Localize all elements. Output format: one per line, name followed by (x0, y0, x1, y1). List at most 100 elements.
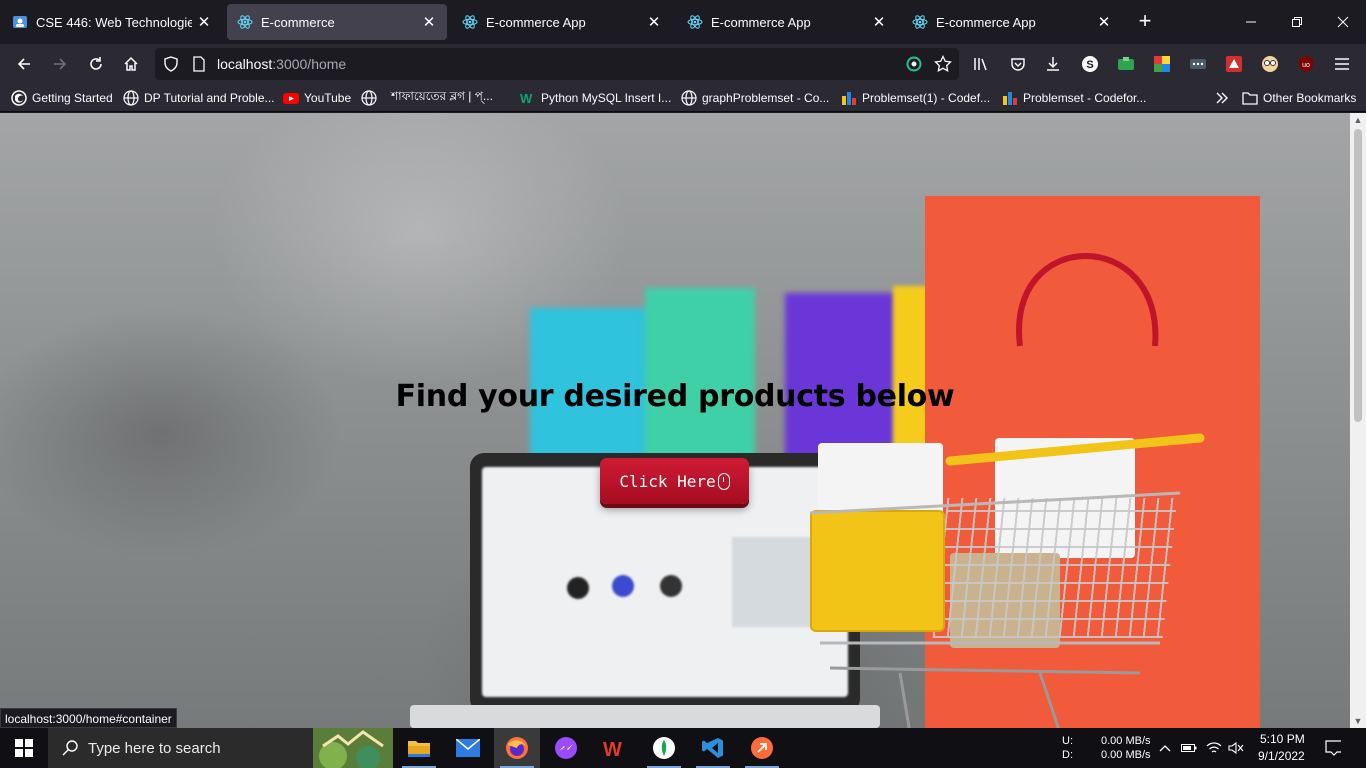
skype-extension-icon[interactable]: S (1080, 54, 1100, 74)
firefox-icon (506, 737, 528, 759)
other-bookmarks-label: Other Bookmarks (1263, 91, 1357, 105)
net-up-label: U: (1062, 735, 1073, 747)
tab-title: E-commerce App (486, 14, 586, 30)
tab-strip: CSE 446: Web Technologies ✕ E-commerce ✕… (0, 0, 1366, 44)
taskbar-mongodb-compass[interactable] (641, 728, 687, 768)
notification-center-icon[interactable] (1325, 740, 1341, 756)
globe-icon (361, 90, 377, 106)
navigation-toolbar: localhost:3000/home S uo (0, 44, 1366, 84)
close-icon[interactable]: ✕ (417, 10, 441, 34)
search-icon (62, 740, 78, 756)
net-down-label: D: (1062, 749, 1073, 761)
tab-ecommerce-app[interactable]: E-commerce App ✕ (452, 4, 672, 40)
home-button[interactable] (117, 50, 145, 78)
address-bar[interactable]: localhost:3000/home (155, 48, 959, 80)
close-icon[interactable]: ✕ (867, 10, 891, 34)
minimize-icon (1246, 21, 1256, 23)
forward-arrow-icon (54, 58, 67, 70)
tab-title: E-commerce App (936, 14, 1036, 30)
clock-date[interactable]: 9/1/2022 (1258, 749, 1305, 763)
codeforces-icon (1002, 90, 1018, 106)
messenger-icon (555, 737, 577, 759)
taskbar-messenger[interactable] (543, 728, 589, 768)
bookmark-label: YouTube (304, 91, 352, 105)
clock-time[interactable]: 5:10 PM (1260, 732, 1305, 746)
taskbar-firefox[interactable] (494, 728, 540, 768)
tab-ecommerce[interactable]: E-commerce ✕ (227, 4, 447, 40)
bookmarks-overflow-button[interactable] (1214, 89, 1235, 107)
close-icon[interactable]: ✕ (642, 10, 666, 34)
glasses-extension-icon[interactable] (1260, 54, 1280, 74)
scroll-down-icon[interactable]: ▼ (1353, 716, 1363, 726)
bookmark-graph-problemset[interactable]: graphProblemset - Co... (681, 89, 829, 107)
battery-icon[interactable] (1181, 740, 1197, 756)
taskbar-postman[interactable] (739, 728, 785, 768)
bookmark-getting-started[interactable]: Getting Started (11, 89, 113, 107)
taskbar-mail[interactable] (445, 728, 491, 768)
taskbar-search[interactable]: Type here to search (48, 728, 393, 768)
svg-text:uo: uo (1302, 62, 1310, 69)
dots-extension-icon[interactable] (1188, 54, 1208, 74)
click-here-label: Click Here (619, 471, 716, 491)
page-info-icon[interactable] (191, 56, 207, 77)
svg-text:S: S (1086, 59, 1093, 71)
scroll-up-icon[interactable]: ▲ (1353, 115, 1363, 125)
hero-section: Find your desired products below Click H… (0, 113, 1350, 728)
bookmark-label: Getting Started (32, 91, 113, 105)
bookmark-label: Python MySQL Insert I... (541, 91, 672, 105)
minimize-button[interactable] (1228, 0, 1274, 44)
bookmark-problemset-1[interactable]: Problemset(1) - Codef... (841, 89, 990, 107)
tab-ecommerce-app[interactable]: E-commerce App ✕ (902, 4, 1122, 40)
react-icon (687, 14, 703, 30)
extension-ring-icon[interactable] (906, 56, 922, 77)
reload-button[interactable] (82, 50, 110, 78)
bookmark-shafayet-blog[interactable]: শাফায়েতের ব্লগ | প্... (361, 89, 493, 107)
taskbar-wps-office[interactable]: W (592, 728, 638, 768)
tab-title: CSE 446: Web Technologies (36, 14, 192, 30)
tab-ecommerce-app[interactable]: E-commerce App ✕ (677, 4, 897, 40)
downloads-icon[interactable] (1043, 54, 1063, 74)
globe-icon (123, 90, 139, 106)
bookmark-problemset[interactable]: Problemset - Codefor... (1002, 89, 1146, 107)
click-here-button[interactable]: Click Here (600, 458, 749, 504)
wifi-icon[interactable] (1206, 740, 1222, 756)
bookmark-dp-tutorial[interactable]: DP Tutorial and Proble... (123, 89, 275, 107)
forward-button[interactable] (46, 50, 74, 78)
vertical-scrollbar[interactable]: ▲ ▼ (1350, 113, 1366, 728)
globe-icon (681, 90, 697, 106)
library-icon[interactable] (972, 54, 992, 74)
w3schools-icon: W (520, 90, 536, 106)
red-extension-icon[interactable] (1224, 54, 1244, 74)
back-button[interactable] (10, 50, 38, 78)
codeforces-icon (841, 90, 857, 106)
other-bookmarks[interactable]: Other Bookmarks (1242, 89, 1356, 107)
ublock-icon[interactable]: uo (1296, 54, 1316, 74)
background-bag-green (645, 288, 755, 468)
close-icon[interactable]: ✕ (1092, 10, 1116, 34)
chevron-up-icon[interactable] (1157, 740, 1173, 756)
folder-icon (408, 741, 430, 757)
start-button[interactable] (0, 728, 48, 768)
tab-title: E-commerce (261, 14, 335, 30)
volume-muted-icon[interactable] (1228, 740, 1244, 756)
green-extension-icon[interactable] (1116, 54, 1136, 74)
menu-icon[interactable] (1332, 54, 1352, 74)
bookmark-youtube[interactable]: YouTube (283, 89, 351, 107)
scrollbar-thumb[interactable] (1354, 129, 1362, 422)
bookmark-star-icon[interactable] (934, 54, 952, 78)
taskbar-file-explorer[interactable] (396, 728, 442, 768)
close-window-button[interactable] (1320, 0, 1366, 44)
restore-button[interactable] (1274, 0, 1320, 44)
color-extension-icon[interactable] (1152, 54, 1172, 74)
bookmark-label: শাফায়েতের ব্লগ | প্... (391, 89, 493, 103)
close-icon[interactable]: ✕ (192, 10, 216, 34)
new-tab-button[interactable]: + (1133, 10, 1157, 34)
pocket-icon[interactable] (1008, 54, 1028, 74)
net-down-speed: 0.00 MB/s (1101, 749, 1151, 761)
react-icon (237, 14, 253, 30)
bookmark-python-mysql[interactable]: W Python MySQL Insert I... (520, 89, 671, 107)
tab-cse446[interactable]: CSE 446: Web Technologies ✕ (2, 4, 222, 40)
taskbar-vscode[interactable] (690, 728, 736, 768)
back-arrow-icon (17, 58, 30, 70)
shield-icon[interactable] (163, 56, 179, 77)
